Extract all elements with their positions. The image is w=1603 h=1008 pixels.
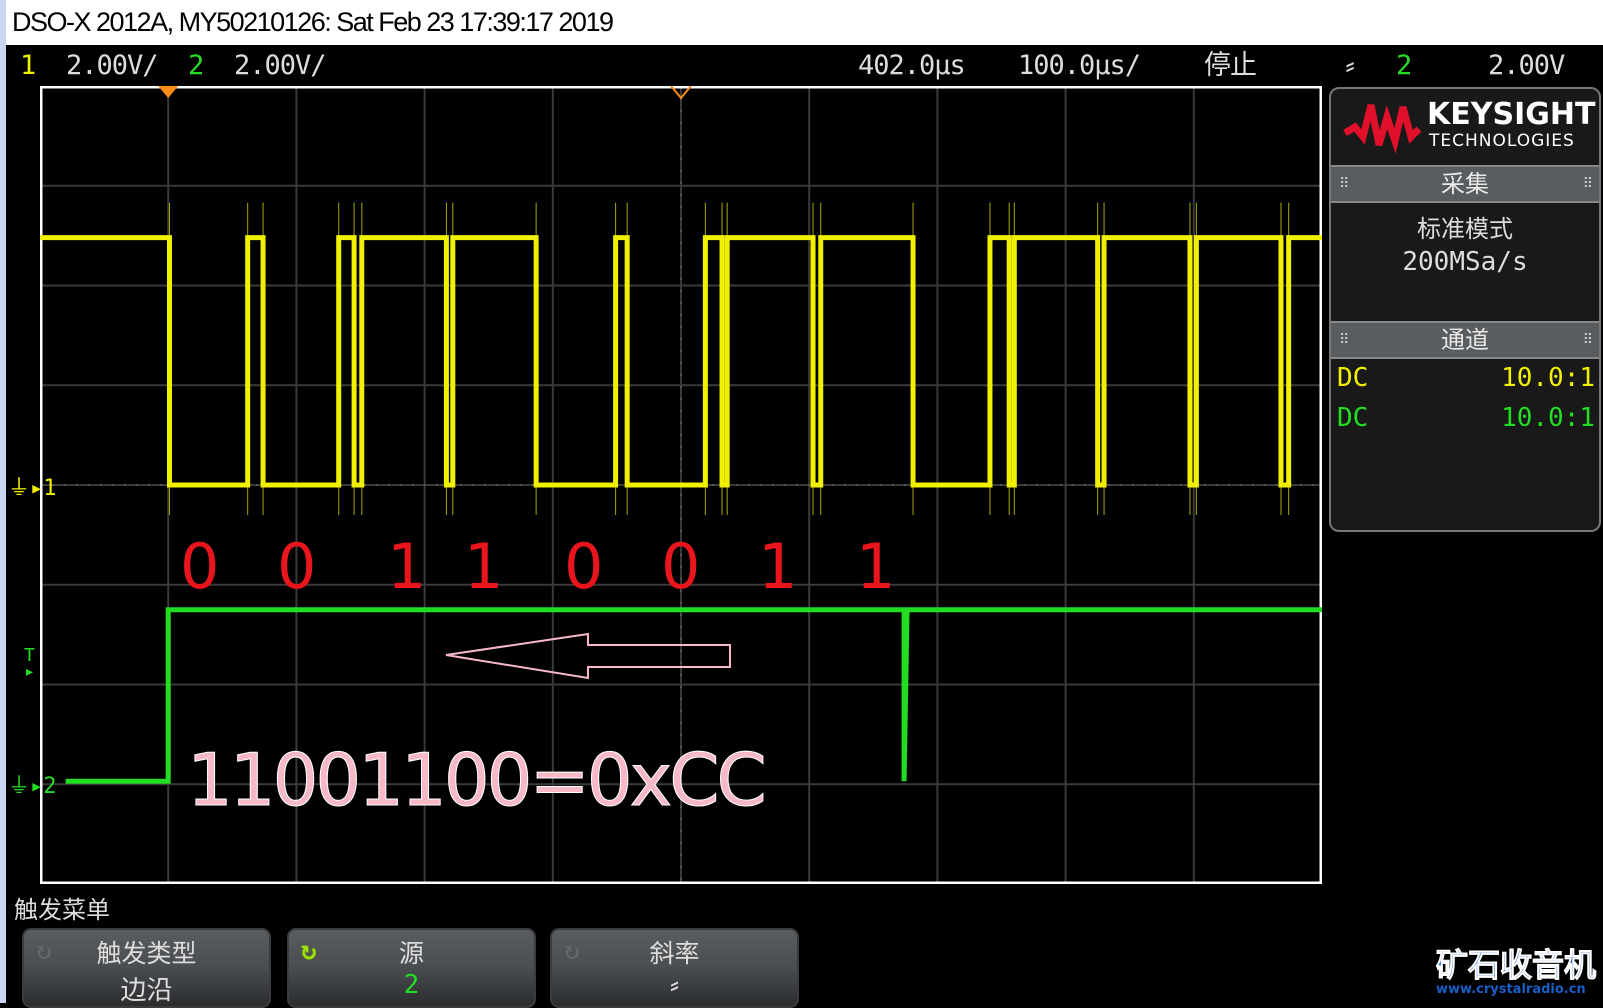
ch2-marker-label: 2 (43, 774, 57, 799)
left-arrow-icon (445, 632, 731, 680)
ch1-number[interactable]: 1 (20, 45, 36, 87)
trigger-type-button[interactable]: ↻ 触发类型 边沿 (22, 928, 271, 1008)
info-panel: KEYSIGHT TECHNOLOGIES ⠿ 采集 ⠿ 标准模式 200MSa/s… (1329, 87, 1601, 532)
keysight-wave-icon (1343, 104, 1422, 154)
bit-label: 0 (661, 530, 701, 603)
button-label: 源 (398, 939, 424, 968)
ch2-ground-marker[interactable]: ⏚▸2 (8, 768, 57, 800)
ch2-coupling: DC (1337, 403, 1369, 433)
button-value: 2 (403, 970, 420, 1000)
drag-handle-icon[interactable]: ⠿ (1339, 167, 1349, 201)
ch1-probe: 10.0:1 (1501, 363, 1595, 393)
ch1-ground-marker[interactable]: ⏚▸1 (8, 470, 57, 502)
acquisition-title: 采集 (1441, 170, 1489, 198)
ch2-number[interactable]: 2 (188, 45, 204, 87)
ch2-scale[interactable]: 2.00V/ (234, 45, 327, 87)
drag-handle-icon[interactable]: ⠿ (1583, 167, 1593, 201)
trigger-source[interactable]: 2 (1396, 45, 1412, 87)
ch1-coupling: DC (1337, 363, 1369, 393)
button-value: 边沿 (120, 976, 173, 1006)
channel-title: 通道 (1441, 326, 1489, 354)
ground-icon: ⏚▸ (8, 476, 44, 501)
drag-handle-icon[interactable]: ⠿ (1339, 323, 1349, 357)
source-button[interactable]: ↻ 源 2 (287, 928, 536, 1008)
brand-name: KEYSIGHT (1427, 97, 1596, 132)
bit-label: 1 (464, 530, 504, 603)
ch1-marker-label: 1 (43, 476, 57, 501)
channel-header[interactable]: ⠿ 通道 ⠿ (1331, 321, 1599, 359)
window-title: DSO-X 2012A, MY50210126: Sat Feb 23 17:3… (0, 0, 1603, 45)
bit-label: 1 (856, 530, 896, 603)
button-label: 斜率 (649, 939, 700, 968)
run-state: 停止 (1204, 50, 1257, 81)
bit-label: 0 (564, 530, 604, 603)
button-label: 触发类型 (96, 939, 197, 968)
bit-label: 0 (180, 530, 220, 603)
brand-subtitle: TECHNOLOGIES (1429, 131, 1575, 151)
horizontal-delay[interactable]: 402.0µs (858, 45, 966, 87)
ground-icon: ⏚▸ (8, 774, 44, 799)
ch2-probe: 10.0:1 (1501, 403, 1595, 433)
bit-label: 1 (387, 530, 427, 603)
slope-button[interactable]: ↻ 斜率 ⸗ (550, 928, 799, 1008)
window-edge (0, 87, 6, 1003)
decoded-value: 11001100=0xCC (187, 738, 768, 823)
ch1-scale[interactable]: 2.00V/ (66, 45, 159, 87)
watermark-url: www.crystalradio.cn (1436, 982, 1586, 997)
triangle-right-icon: ▸ (24, 661, 35, 682)
keysight-logo (1343, 97, 1423, 161)
bit-label: 0 (277, 530, 317, 603)
rising-edge-icon: ⸗ (666, 970, 683, 1000)
rising-edge-icon: ⸗ (1342, 50, 1358, 81)
timebase[interactable]: 100.0µs/ (1018, 45, 1141, 87)
drag-handle-icon[interactable]: ⠿ (1583, 323, 1593, 357)
acquisition-mode: 标准模式 (1417, 215, 1513, 243)
acquisition-header[interactable]: ⠿ 采集 ⠿ (1331, 165, 1599, 203)
trigger-level-marker[interactable]: T ▸ (24, 647, 35, 682)
bit-label: 1 (758, 530, 798, 603)
status-bar: 1 2.00V/ 2 2.00V/ 402.0µs 100.0µs/ 停止 ⸗ … (0, 45, 1603, 87)
menu-title: 触发菜单 (14, 896, 110, 924)
watermark-logo: 矿石收音机 (1435, 946, 1597, 985)
sample-rate: 200MSa/s (1402, 247, 1528, 277)
trigger-level[interactable]: 2.00V (1488, 45, 1565, 87)
